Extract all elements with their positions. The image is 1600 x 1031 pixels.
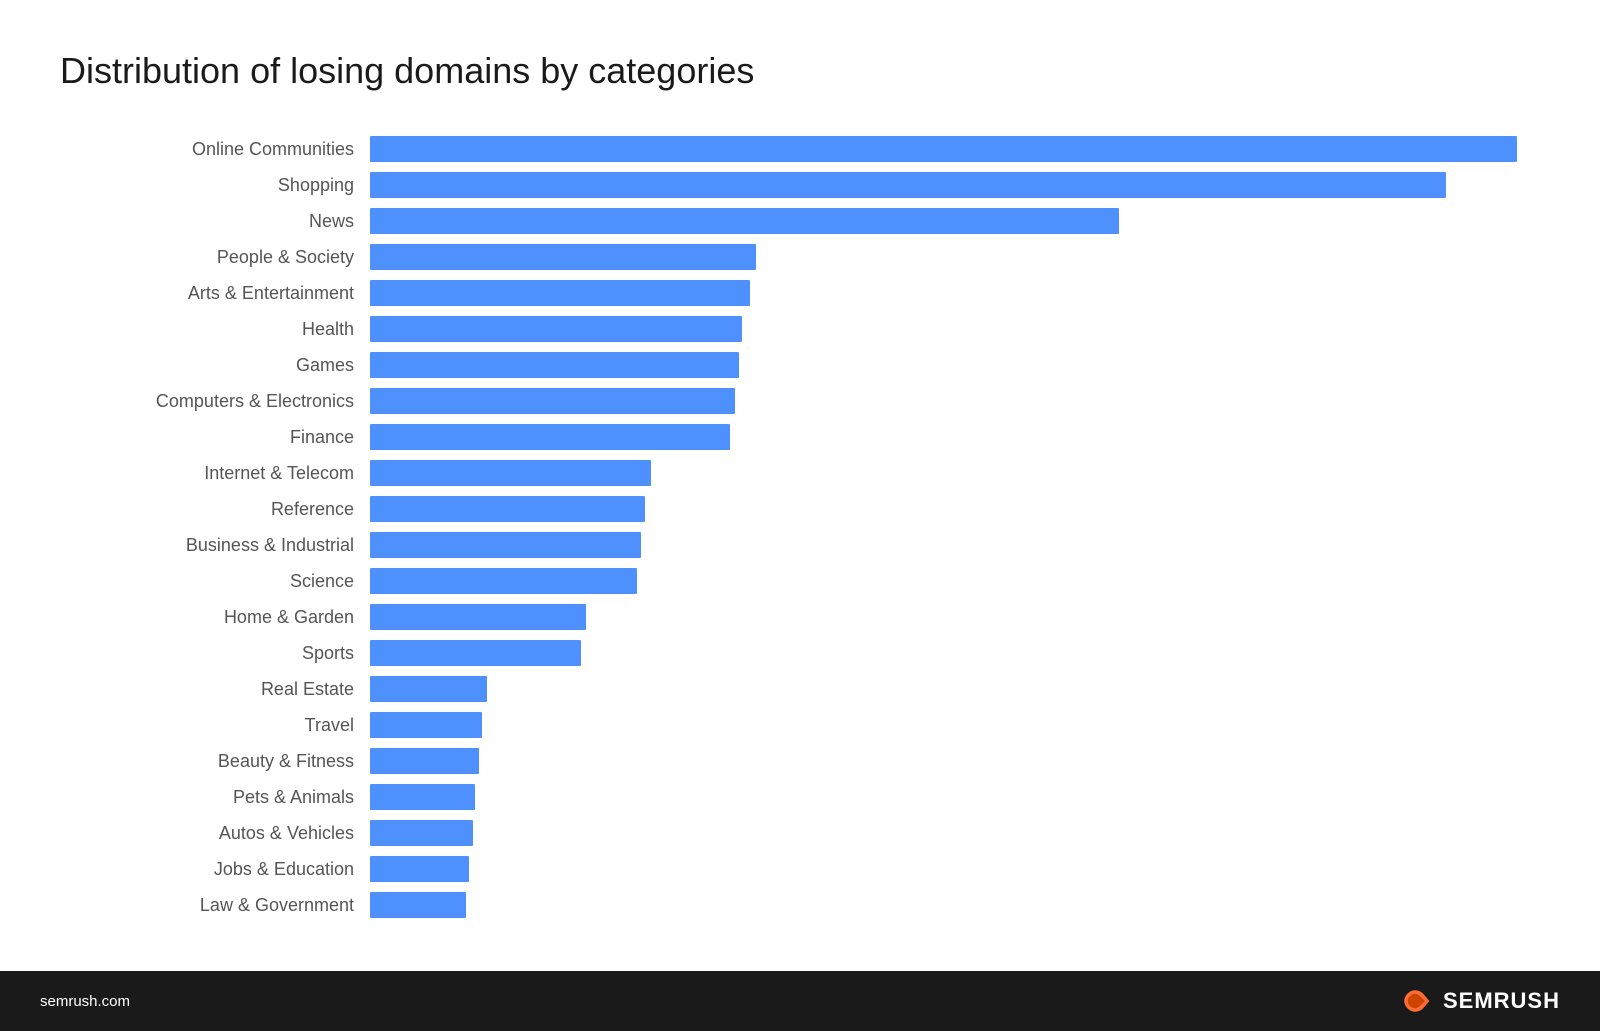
chart-row: Computers & Electronics bbox=[60, 384, 1540, 418]
category-label: Autos & Vehicles bbox=[60, 823, 370, 844]
bar-wrapper bbox=[370, 280, 1540, 306]
bar bbox=[370, 316, 742, 342]
bar bbox=[370, 388, 735, 414]
footer-url: semrush.com bbox=[40, 993, 130, 1010]
chart-row: Beauty & Fitness bbox=[60, 744, 1540, 778]
category-label: Online Communities bbox=[60, 139, 370, 160]
category-label: Real Estate bbox=[60, 679, 370, 700]
bar bbox=[370, 208, 1119, 234]
bar-wrapper bbox=[370, 388, 1540, 414]
bar bbox=[370, 424, 730, 450]
bar-wrapper bbox=[370, 244, 1540, 270]
category-label: Computers & Electronics bbox=[60, 391, 370, 412]
bar-wrapper bbox=[370, 352, 1540, 378]
bar bbox=[370, 856, 469, 882]
category-label: Reference bbox=[60, 499, 370, 520]
bar bbox=[370, 496, 645, 522]
category-label: Pets & Animals bbox=[60, 787, 370, 808]
bar bbox=[370, 532, 641, 558]
chart-row: Finance bbox=[60, 420, 1540, 454]
semrush-brand: SEMRUSH bbox=[1443, 988, 1560, 1014]
category-label: Business & Industrial bbox=[60, 535, 370, 556]
bar-wrapper bbox=[370, 496, 1540, 522]
chart-row: Sports bbox=[60, 636, 1540, 670]
bar bbox=[370, 892, 466, 918]
bar-wrapper bbox=[370, 568, 1540, 594]
category-label: Arts & Entertainment bbox=[60, 283, 370, 304]
bar bbox=[370, 244, 756, 270]
bar bbox=[370, 172, 1446, 198]
chart-row: Law & Government bbox=[60, 888, 1540, 922]
category-label: Games bbox=[60, 355, 370, 376]
bar bbox=[370, 712, 482, 738]
bar-wrapper bbox=[370, 676, 1540, 702]
category-label: Jobs & Education bbox=[60, 859, 370, 880]
bar bbox=[370, 748, 479, 774]
bar-wrapper bbox=[370, 640, 1540, 666]
category-label: Shopping bbox=[60, 175, 370, 196]
chart-row: Pets & Animals bbox=[60, 780, 1540, 814]
bar-wrapper bbox=[370, 424, 1540, 450]
category-label: Beauty & Fitness bbox=[60, 751, 370, 772]
bar bbox=[370, 784, 475, 810]
category-label: Home & Garden bbox=[60, 607, 370, 628]
bar bbox=[370, 280, 750, 306]
bar-wrapper bbox=[370, 892, 1540, 918]
bar-wrapper bbox=[370, 316, 1540, 342]
category-label: Sports bbox=[60, 643, 370, 664]
bar-wrapper bbox=[370, 748, 1540, 774]
chart-row: Science bbox=[60, 564, 1540, 598]
category-label: News bbox=[60, 211, 370, 232]
bar bbox=[370, 136, 1517, 162]
chart-row: Internet & Telecom bbox=[60, 456, 1540, 490]
category-label: Law & Government bbox=[60, 895, 370, 916]
bar bbox=[370, 460, 651, 486]
chart-row: Home & Garden bbox=[60, 600, 1540, 634]
bar-wrapper bbox=[370, 856, 1540, 882]
category-label: Finance bbox=[60, 427, 370, 448]
category-label: People & Society bbox=[60, 247, 370, 268]
bar-wrapper bbox=[370, 784, 1540, 810]
bar bbox=[370, 568, 637, 594]
chart-row: Arts & Entertainment bbox=[60, 276, 1540, 310]
chart-row: Online Communities bbox=[60, 132, 1540, 166]
category-label: Science bbox=[60, 571, 370, 592]
bar-wrapper bbox=[370, 136, 1540, 162]
bar-wrapper bbox=[370, 532, 1540, 558]
chart-row: Real Estate bbox=[60, 672, 1540, 706]
bar-wrapper bbox=[370, 208, 1540, 234]
category-label: Health bbox=[60, 319, 370, 340]
bar-wrapper bbox=[370, 712, 1540, 738]
bar-wrapper bbox=[370, 604, 1540, 630]
chart-row: Games bbox=[60, 348, 1540, 382]
chart-row: Travel bbox=[60, 708, 1540, 742]
category-label: Internet & Telecom bbox=[60, 463, 370, 484]
chart-row: Reference bbox=[60, 492, 1540, 526]
chart-row: Autos & Vehicles bbox=[60, 816, 1540, 850]
chart-row: Health bbox=[60, 312, 1540, 346]
semrush-icon bbox=[1397, 983, 1433, 1019]
chart-title: Distribution of losing domains by catego… bbox=[60, 50, 1540, 92]
footer: semrush.com SEMRUSH bbox=[0, 971, 1600, 1031]
chart-row: News bbox=[60, 204, 1540, 238]
bar bbox=[370, 352, 739, 378]
category-label: Travel bbox=[60, 715, 370, 736]
chart-row: Shopping bbox=[60, 168, 1540, 202]
chart-container: Online Communities Shopping News People & S… bbox=[60, 132, 1540, 924]
chart-row: Jobs & Education bbox=[60, 852, 1540, 886]
bar bbox=[370, 676, 487, 702]
bar-wrapper bbox=[370, 820, 1540, 846]
footer-logo: SEMRUSH bbox=[1397, 983, 1560, 1019]
bar-wrapper bbox=[370, 460, 1540, 486]
bar-wrapper bbox=[370, 172, 1540, 198]
chart-row: Business & Industrial bbox=[60, 528, 1540, 562]
bar bbox=[370, 604, 586, 630]
chart-row: People & Society bbox=[60, 240, 1540, 274]
main-content: Distribution of losing domains by catego… bbox=[0, 0, 1600, 971]
bar bbox=[370, 820, 473, 846]
bar bbox=[370, 640, 581, 666]
